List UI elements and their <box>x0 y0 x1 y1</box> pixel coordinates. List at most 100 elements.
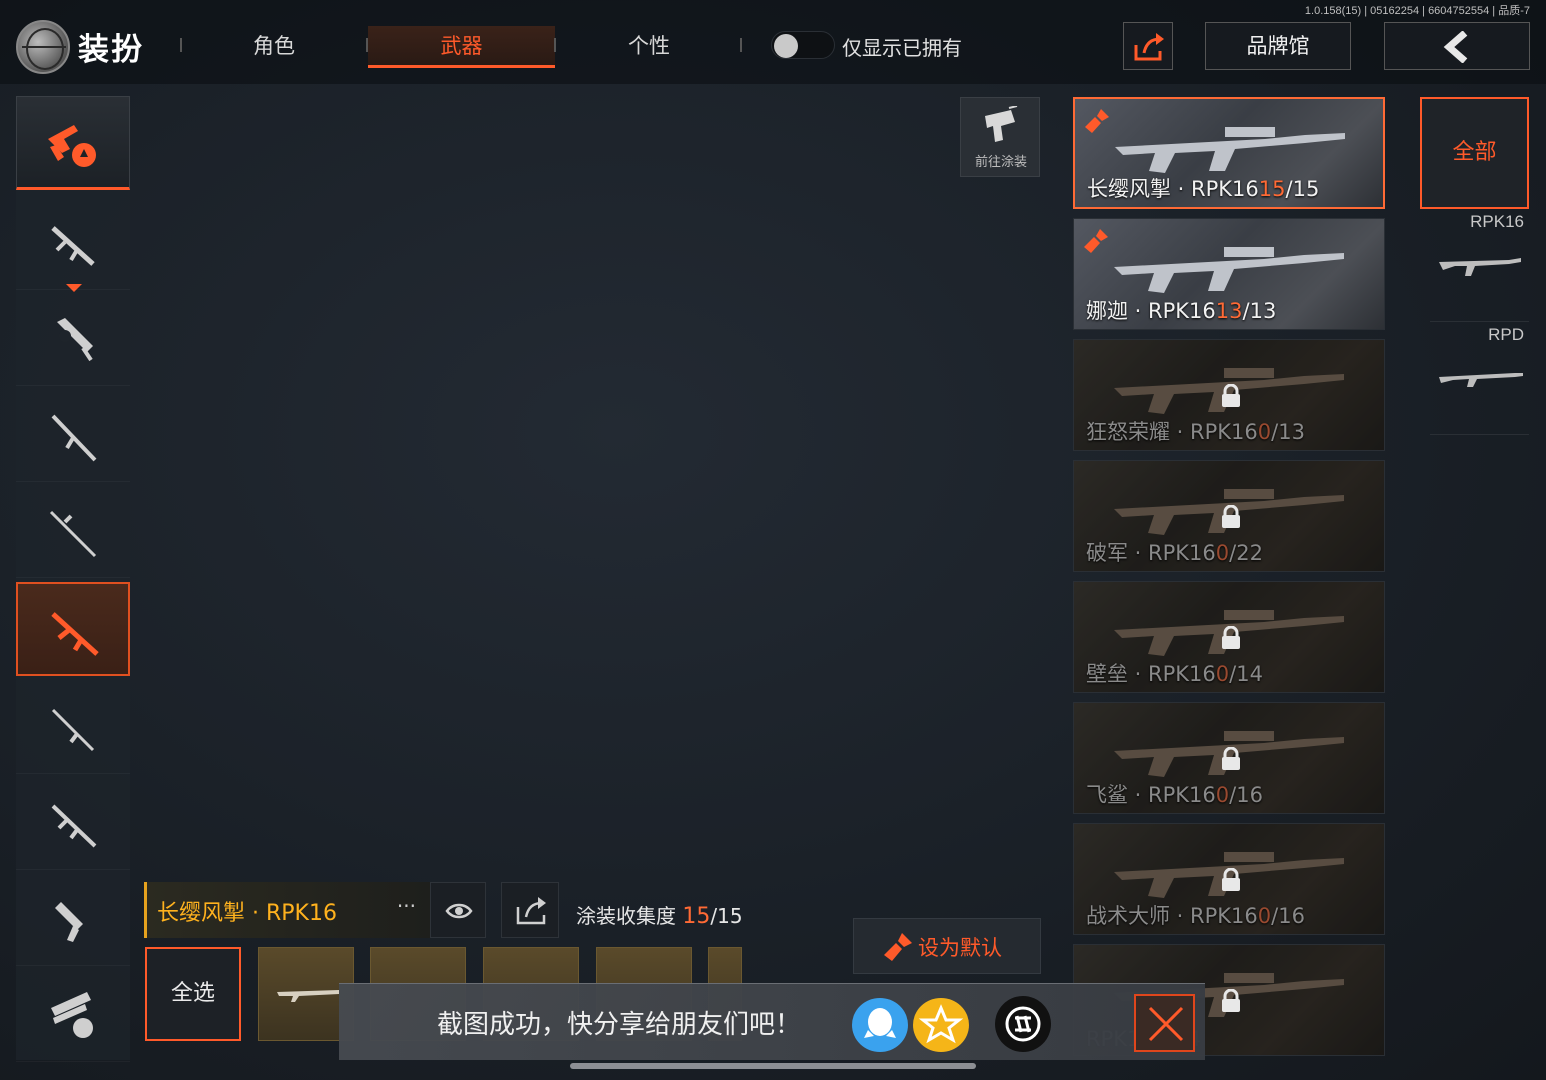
lock-icon <box>1222 868 1240 891</box>
collection-label: 涂装收集度 <box>576 904 676 928</box>
lock-icon <box>1222 989 1240 1012</box>
rail-item-skin-category[interactable] <box>16 96 130 190</box>
skin-owned-count: 0 <box>1257 904 1272 928</box>
shotgun-icon <box>51 414 97 462</box>
skin-name: 长缨风掣 · RPK1615/15 <box>1087 177 1320 201</box>
rail-item-assault-rifle[interactable] <box>16 196 130 290</box>
share-moments-button[interactable] <box>995 996 1051 1052</box>
skin-card[interactable]: 飞鲨 · RPK160/16 <box>1073 702 1385 814</box>
lock-icon <box>1222 384 1240 407</box>
share-icon <box>1134 33 1164 61</box>
attachment-icon <box>51 992 93 1038</box>
tab-personal[interactable]: 个性 <box>556 26 742 68</box>
lock-icon <box>1222 747 1240 770</box>
skin-name: 破军 · RPK160/22 <box>1086 541 1263 565</box>
rail-item-pistol[interactable] <box>16 872 130 966</box>
weapon-skin-category-icon <box>48 125 96 167</box>
sniper-rifle-icon <box>49 510 97 558</box>
rail-item-marksman[interactable] <box>16 680 130 774</box>
skin-total-count: / <box>1285 177 1293 201</box>
skin-owned-count: 0 <box>1215 662 1230 686</box>
skin-name: 狂怒荣耀 · RPK160/13 <box>1086 420 1305 444</box>
paint-brush-icon <box>1085 109 1109 133</box>
rail-item-shotgun[interactable] <box>16 388 130 482</box>
toast-close-button[interactable] <box>1134 994 1195 1052</box>
skin-owned-count: 0 <box>1257 420 1272 444</box>
rifle-icon <box>51 804 97 848</box>
skin-card[interactable]: 破军 · RPK160/22 <box>1073 460 1385 572</box>
skin-total-count: / <box>1242 299 1250 323</box>
skin-owned-count: 13 <box>1215 299 1243 323</box>
rail-item-sniper[interactable] <box>16 484 130 578</box>
rail-item-rifle[interactable] <box>16 776 130 870</box>
owned-only-toggle[interactable] <box>771 31 835 59</box>
share-qq-button[interactable] <box>852 998 908 1052</box>
back-button[interactable] <box>1384 22 1530 70</box>
weapon-filter-all[interactable]: 全部 <box>1420 97 1529 209</box>
skin-card[interactable]: 长缨风掣 · RPK1615/15 <box>1073 97 1385 209</box>
divider <box>740 38 742 52</box>
skin-total-count: 22 <box>1236 541 1263 565</box>
lock-icon <box>1222 626 1240 649</box>
goto-paint-button[interactable]: 前往涂装 <box>960 97 1040 177</box>
tab-weapons[interactable]: 武器 <box>368 26 555 68</box>
camera-shutter-icon <box>1005 1006 1041 1042</box>
rail-item-smg[interactable] <box>16 292 130 386</box>
skin-name: 飞鲨 · RPK160/16 <box>1086 783 1263 807</box>
preview-button[interactable] <box>430 882 486 938</box>
rail-item-lmg[interactable] <box>16 582 130 676</box>
skin-card[interactable]: 娜迦 · RPK1613/13 <box>1073 218 1385 330</box>
selected-skin-panel: 长缨风掣 · RPK16 ··· <box>144 882 430 938</box>
close-icon <box>1148 1006 1184 1042</box>
share-button[interactable] <box>1123 22 1173 70</box>
toggle-knob <box>774 34 798 58</box>
skin-card[interactable]: 壁垒 · RPK160/14 <box>1073 581 1385 693</box>
collection-progress: 涂装收集度 15/15 <box>576 900 743 929</box>
skin-total-count: 13 <box>1278 420 1305 444</box>
tab-character[interactable]: 角色 <box>180 26 368 68</box>
rpk16-silhouette-icon <box>1439 258 1521 276</box>
home-indicator <box>570 1063 976 1069</box>
weapon-category-rail <box>16 96 130 1062</box>
assault-rifle-icon <box>51 226 95 266</box>
rpd-silhouette-icon <box>1439 373 1523 387</box>
skin-total-count: 16 <box>1236 783 1263 807</box>
skin-name: 娜迦 · RPK1613/13 <box>1086 299 1277 323</box>
rifle-skin-preview-icon <box>1114 247 1344 293</box>
skin-card[interactable]: 战术大师 · RPK160/16 <box>1073 823 1385 935</box>
weapon-filter-all-label: 全部 <box>1452 140 1497 165</box>
weapon-filter-rpk16[interactable]: RPK16 <box>1430 210 1529 322</box>
select-all-button[interactable]: 全选 <box>145 947 241 1041</box>
collection-owned: 15 <box>682 904 711 929</box>
skin-total-count: 15 <box>1292 177 1320 201</box>
brand-hall-button[interactable]: 品牌馆 <box>1205 22 1351 70</box>
toast-message: 截图成功，快分享给朋友们吧！ <box>437 1010 802 1040</box>
skin-total-count: 16 <box>1278 904 1305 928</box>
pistol-icon <box>55 902 83 942</box>
share-skin-button[interactable] <box>501 882 559 938</box>
goto-paint-label: 前往涂装 <box>974 155 1027 170</box>
skin-total-count: 13 <box>1249 299 1277 323</box>
skin-owned-count: 0 <box>1215 541 1230 565</box>
share-icon <box>516 897 546 925</box>
globe-logo-icon <box>16 20 70 74</box>
screenshot-toast: 截图成功，快分享给朋友们吧！ <box>339 983 1205 1060</box>
lock-icon <box>1222 505 1240 528</box>
share-qzone-button[interactable] <box>913 998 969 1052</box>
owned-only-label: 仅显示已拥有 <box>842 36 962 60</box>
qzone-icon <box>918 1004 964 1044</box>
smg-icon <box>57 318 93 362</box>
weapon-filter-rpd[interactable]: RPD <box>1430 323 1529 435</box>
set-default-label: 设为默认 <box>918 936 1002 960</box>
rail-item-attachment[interactable] <box>16 968 130 1062</box>
skin-owned-count: 15 <box>1258 177 1286 201</box>
paint-brush-icon <box>884 933 912 961</box>
more-options-button[interactable]: ··· <box>397 894 416 918</box>
set-default-button[interactable]: 设为默认 <box>853 918 1041 974</box>
marksman-rifle-icon <box>51 708 95 752</box>
version-info: 1.0.158(15) | 05162254 | 6604752554 | 品质… <box>1304 5 1530 17</box>
skin-total-count: 14 <box>1236 662 1263 686</box>
page-title: 装扮 <box>78 32 144 68</box>
skin-card[interactable]: 狂怒荣耀 · RPK160/13 <box>1073 339 1385 451</box>
qq-icon <box>864 1008 896 1038</box>
